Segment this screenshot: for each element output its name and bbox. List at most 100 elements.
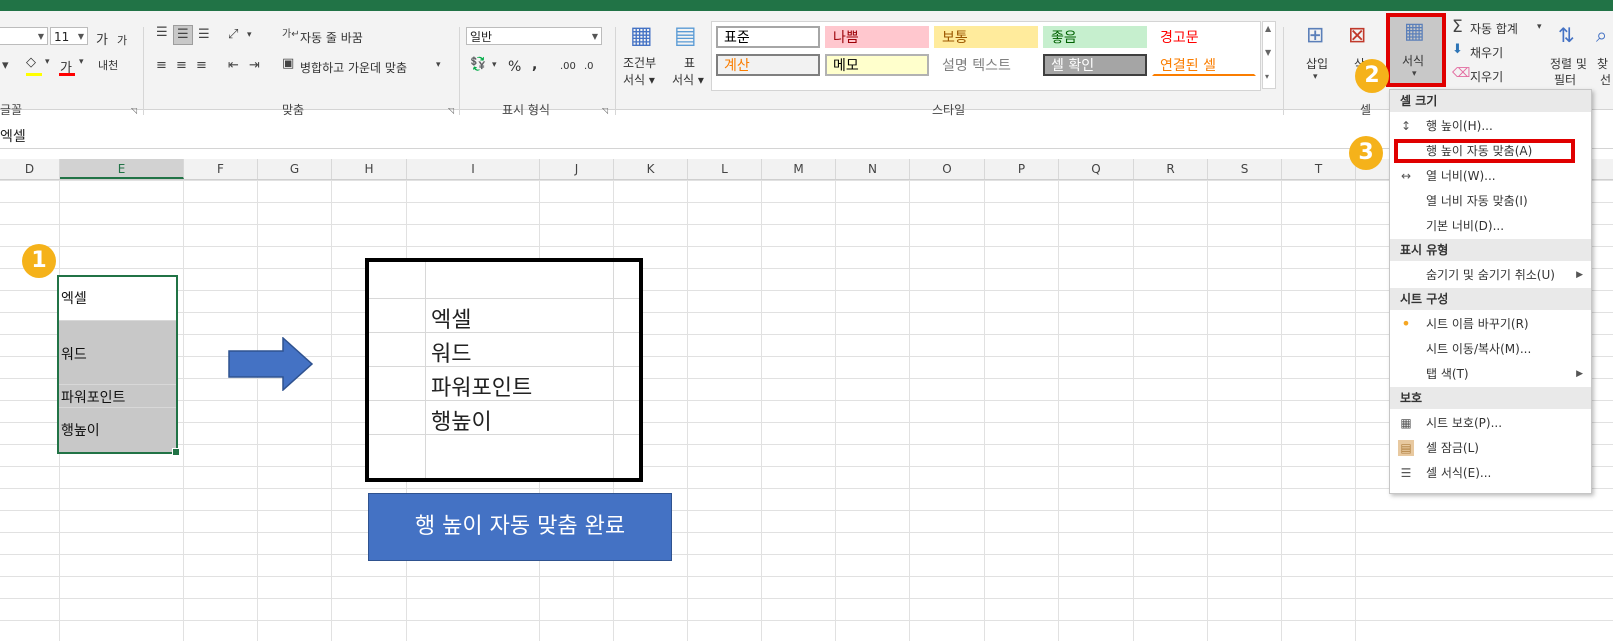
find-icon[interactable]: ⌕ — [1596, 23, 1607, 47]
find-label-1[interactable]: 찾 — [1597, 55, 1608, 72]
chevron-down-icon[interactable]: ▾ — [436, 60, 441, 70]
dialog-launcher-icon[interactable]: ◹ — [448, 106, 454, 115]
dialog-launcher-icon[interactable]: ◹ — [131, 106, 137, 115]
insert-cells-icon[interactable]: ⊞ — [1306, 23, 1324, 48]
fill-button[interactable]: 채우기 — [1470, 44, 1503, 61]
column-header-m[interactable]: M — [762, 159, 836, 179]
percent-button[interactable]: % — [508, 59, 521, 75]
menu-item-0-1[interactable]: 행 높이 자동 맞춤(A) — [1394, 139, 1575, 163]
chevron-down-icon[interactable]: ▾ — [1537, 22, 1542, 32]
cell-e-1[interactable]: 엑셀 — [61, 288, 87, 308]
shrink-font-button[interactable]: 가 — [117, 32, 127, 48]
chevron-down-icon[interactable]: ▾ — [2, 58, 9, 73]
menu-item-2-0[interactable]: 시트 이름 바꾸기(R) • — [1390, 312, 1591, 336]
styles-gallery-scroll[interactable]: ▲ ▼ ▾ — [1262, 21, 1276, 89]
cell-style-6[interactable]: 메모 — [825, 54, 929, 76]
decrease-decimal-button[interactable]: .0 — [584, 61, 594, 72]
chevron-down-icon[interactable]: ▾ — [492, 60, 497, 70]
column-header-n[interactable]: N — [836, 159, 910, 179]
column-header-t[interactable]: T — [1282, 159, 1356, 179]
decrease-indent-icon[interactable]: ⇤ — [228, 58, 239, 73]
delete-cells-icon[interactable]: ⊠ — [1348, 23, 1366, 48]
column-header-k[interactable]: K — [614, 159, 688, 179]
align-bottom-icon[interactable]: ☰ — [198, 27, 210, 42]
column-header-h[interactable]: H — [332, 159, 407, 179]
cell-e-2[interactable]: 워드 — [61, 344, 87, 364]
align-middle-button[interactable]: ☰ — [173, 25, 193, 45]
chevron-down-icon[interactable]: ▾ — [247, 30, 252, 40]
menu-item-3-1[interactable]: 셀 잠금(L) ▤ — [1390, 436, 1591, 460]
cell-style-7[interactable]: 설명 텍스트 — [934, 54, 1038, 76]
cell-style-0[interactable]: 표준 — [716, 26, 820, 48]
fill-color-icon[interactable]: ◇ — [26, 55, 36, 70]
fill-handle[interactable] — [172, 448, 180, 456]
column-header-f[interactable]: F — [184, 159, 258, 179]
column-header-e[interactable]: E — [60, 159, 184, 179]
cell-style-8[interactable]: 셀 확인 — [1043, 54, 1147, 76]
autosum-button[interactable]: 자동 합계 — [1470, 20, 1518, 37]
align-top-icon[interactable]: ☰ — [156, 25, 168, 40]
align-left-icon[interactable]: ≡ — [156, 58, 167, 73]
cell-style-2[interactable]: 보통 — [934, 26, 1038, 48]
column-header-o[interactable]: O — [910, 159, 985, 179]
conditional-format-button[interactable]: ▦ — [628, 21, 662, 53]
cell-style-5[interactable]: 계산 — [716, 54, 820, 76]
column-header-j[interactable]: J — [540, 159, 614, 179]
font-name-dropdown[interactable]: ▼ — [0, 27, 48, 45]
accounting-format-icon[interactable]: 💱 — [470, 57, 486, 72]
number-format-dropdown[interactable]: 일반 ▼ — [466, 27, 602, 45]
format-button[interactable]: ▦ 서식 ▾ — [1386, 13, 1446, 87]
more-styles-icon[interactable]: ▾ — [1265, 72, 1269, 81]
menu-item-0-2[interactable]: 열 너비(W)... ↔ — [1390, 164, 1591, 188]
merge-center-button[interactable]: 병합하고 가운데 맞춤 — [300, 59, 407, 76]
align-center-icon[interactable]: ≡ — [176, 58, 187, 73]
cell-style-3[interactable]: 좋음 — [1043, 26, 1147, 48]
column-header-g[interactable]: G — [258, 159, 332, 179]
column-header-l[interactable]: L — [688, 159, 762, 179]
menu-item-0-4[interactable]: 기본 너비(D)... — [1390, 214, 1591, 238]
sort-filter-label-2[interactable]: 필터 — [1554, 71, 1576, 88]
font-size-dropdown[interactable]: 11 ▼ — [50, 27, 88, 45]
menu-item-2-2[interactable]: 탭 색(T) ▶ — [1390, 362, 1591, 386]
column-header-r[interactable]: R — [1134, 159, 1208, 179]
menu-item-0-3[interactable]: 열 너비 자동 맞춤(I) — [1390, 189, 1591, 213]
menu-item-2-1[interactable]: 시트 이동/복사(M)... — [1390, 337, 1591, 361]
wrap-text-button[interactable]: 자동 줄 바꿈 — [300, 29, 363, 46]
chevron-down-icon[interactable]: ▾ — [45, 57, 50, 67]
scroll-up-icon[interactable]: ▲ — [1265, 24, 1271, 33]
column-header-q[interactable]: Q — [1059, 159, 1134, 179]
fill-icon[interactable]: ⬇ — [1452, 42, 1463, 57]
menu-item-3-2[interactable]: 셀 서식(E)... ☰ — [1390, 461, 1591, 485]
sort-filter-icon[interactable]: ⇅ — [1558, 23, 1575, 47]
increase-indent-icon[interactable]: ⇥ — [249, 58, 260, 73]
column-header-d[interactable]: D — [0, 159, 60, 179]
phonetic-button[interactable]: 내천 — [98, 57, 118, 73]
cell-e-3[interactable]: 파워포인트 — [61, 387, 125, 407]
cell-style-4[interactable]: 경고문 — [1152, 26, 1256, 48]
worksheet-grid[interactable] — [0, 180, 1613, 641]
chevron-down-icon[interactable]: ▾ — [1313, 72, 1318, 82]
cell-styles-gallery[interactable]: 표준 나쁨 보통 좋음 경고문 계산 메모 설명 텍스트 셀 확인 연결된 셀 — [711, 21, 1261, 91]
column-header-p[interactable]: P — [985, 159, 1059, 179]
comma-button[interactable]: , — [532, 57, 537, 73]
menu-item-3-0[interactable]: 시트 보호(P)... ▦ — [1390, 411, 1591, 435]
grow-font-button[interactable]: 가 — [96, 29, 108, 48]
scroll-down-icon[interactable]: ▼ — [1265, 48, 1271, 57]
align-right-icon[interactable]: ≡ — [196, 58, 207, 73]
chevron-down-icon[interactable]: ▾ — [79, 57, 84, 67]
column-header-s[interactable]: S — [1208, 159, 1282, 179]
cell-e-4[interactable]: 행높이 — [61, 420, 100, 440]
insert-button[interactable]: 삽입 — [1306, 55, 1328, 72]
autosum-icon[interactable]: Σ — [1452, 17, 1463, 37]
formula-content[interactable]: 엑셀 — [0, 126, 26, 146]
increase-decimal-button[interactable]: .00 — [560, 61, 576, 72]
sort-filter-label-1[interactable]: 정렬 및 — [1550, 55, 1587, 72]
menu-item-1-0[interactable]: 숨기기 및 숨기기 취소(U) ▶ — [1390, 263, 1591, 287]
clear-button[interactable]: 지우기 — [1470, 68, 1503, 85]
orientation-icon[interactable]: ⤢ — [228, 27, 238, 42]
eraser-icon[interactable]: ⌫ — [1452, 66, 1470, 81]
menu-item-0-0[interactable]: 행 높이(H)... ↕ — [1390, 114, 1591, 138]
column-header-i[interactable]: I — [407, 159, 540, 179]
cell-style-1[interactable]: 나쁨 — [825, 26, 929, 48]
format-table-button[interactable]: ▤ — [672, 21, 706, 53]
